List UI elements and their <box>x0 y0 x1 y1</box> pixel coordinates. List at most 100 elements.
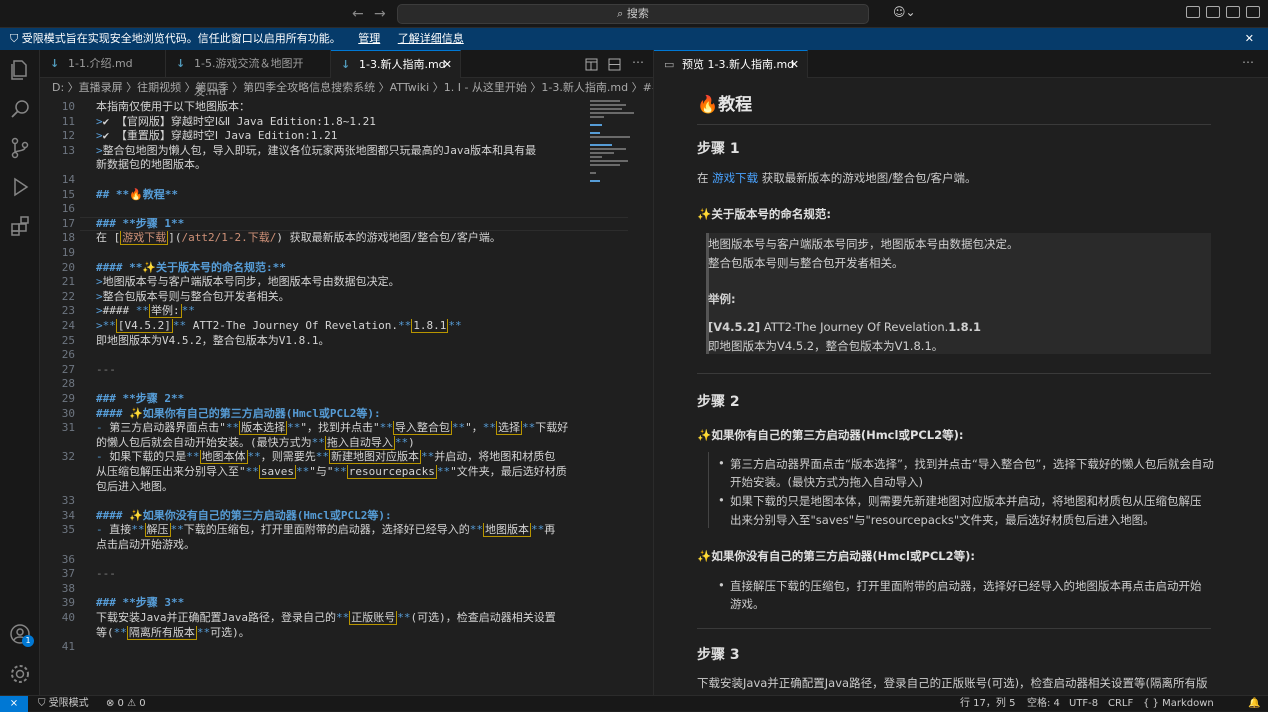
preview-paragraph: 下载安装Java并正确配置Java路径，登录自己的正版账号(可选)，检查启动器相… <box>697 676 1208 690</box>
line-number: 21 <box>61 275 75 289</box>
code-line[interactable]: 下载安装Java并正确配置Java路径，登录自己的** 正版账号 **(可选)，检查… <box>96 611 584 626</box>
code-line[interactable]: 等(** 隔离所有版本 **可选)。 <box>96 625 584 641</box>
indentation-status[interactable]: 空格: 4 <box>1027 696 1060 711</box>
source-control-icon[interactable] <box>8 136 32 160</box>
list-item: 游戏。 <box>730 597 765 611</box>
line-number: 24 <box>61 319 75 332</box>
explorer-icon[interactable] <box>8 58 32 82</box>
close-icon[interactable]: ✕ <box>790 51 799 79</box>
eol-status[interactable]: CRLF <box>1108 696 1133 711</box>
settings-gear-icon[interactable] <box>8 662 32 686</box>
customize-layout-icon[interactable] <box>1246 6 1260 18</box>
code-line[interactable]: ### **步骤 3** <box>96 596 584 611</box>
tab-label: 1-3.新人指南.md <box>359 58 446 71</box>
code-line[interactable]: 从压缩包解压出来分别导入至"** saves **"与"** resourcepack… <box>96 465 584 480</box>
code-line[interactable]: - 第三方启动器界面点击"** 版本选择 **"，找到并点击"** 导入整合包 **"，… <box>96 421 584 436</box>
tab-preview[interactable]: ▭ 预览 1-3.新人指南.md ✕ <box>654 50 808 78</box>
copilot-icon[interactable]: ☺⌄ <box>893 5 916 19</box>
code-line[interactable]: >** [V4.5.2] ** ATT2-The Journey Of Revela… <box>96 319 584 334</box>
encoding-status[interactable]: UTF-8 <box>1069 696 1098 711</box>
code-line[interactable]: #### ✨如果你有自己的第三方启动器(Hmcl或PCL2等): <box>96 407 584 422</box>
code-line[interactable]: 本指南仅使用于以下地图版本： <box>96 100 584 115</box>
tab-intro[interactable]: ↓ 1-1.介绍.md <box>40 50 166 78</box>
line-number: 30 <box>61 406 75 420</box>
notifications-icon[interactable]: 🔔 <box>1248 696 1260 711</box>
code-line[interactable]: >✔ 【重置版】穿越时空Ⅰ Java Edition:1.21 <box>96 129 584 144</box>
cursor-position[interactable]: 行 17，列 5 <box>960 696 1015 711</box>
manage-link[interactable]: 管理 <box>358 32 380 45</box>
minimap[interactable] <box>588 98 636 188</box>
code-line[interactable]: >#### ** 举例: ** <box>96 304 584 319</box>
line-number: 18 <box>61 231 75 245</box>
bullet: • <box>718 456 725 470</box>
code-line[interactable]: ### **步骤 2** <box>96 392 584 407</box>
code-line[interactable]: 的懒人包后就会自动开始安装。(最快方式为** 拖入自动导入 **) <box>96 435 584 451</box>
search-icon[interactable] <box>8 97 32 121</box>
quote-line: [V4.5.2] ATT2-The Journey Of Revelation.… <box>708 320 982 334</box>
status-bar: ⨯ ⛉ 受限模式 ⊗ 0 ⚠ 0 行 17，列 5 空格: 4 UTF-8 CR… <box>0 695 1268 712</box>
open-preview-icon[interactable] <box>585 58 598 71</box>
search-label: 搜索 <box>626 7 649 20</box>
markdown-icon: ↓ <box>341 58 351 71</box>
banner-text: 受限模式旨在实现安全地浏览代码。信任此窗口以启用所有功能。 <box>21 32 341 45</box>
learn-more-link[interactable]: 了解详细信息 <box>398 32 464 45</box>
more-actions-icon[interactable]: ⋯ <box>632 55 644 69</box>
code-line[interactable]: #### ✨如果你没有自己的第三方启动器(Hmcl或PCL2等): <box>96 509 584 524</box>
markdown-preview[interactable]: 🔥教程 步骤 1 在 游戏下载 获取最新版本的游戏地图/整合包/客户端。 ✨关于… <box>654 78 1268 695</box>
line-number: 34 <box>61 508 75 522</box>
split-editor-icon[interactable] <box>608 58 621 71</box>
preview-icon: ▭ <box>664 58 675 71</box>
list-item: 如果下载的只是地图本体，则需要先新建地图对应版本并启动，将地图和材质包从压缩包解… <box>730 494 1202 508</box>
list-item: 出来分别导入至"saves"与"resourcepacks"文件夹，最后选好材质… <box>730 513 1155 527</box>
code-line[interactable]: --- <box>96 363 584 378</box>
code-line[interactable]: 包后进入地图。 <box>96 480 584 495</box>
panel-toggle-icon[interactable] <box>1206 6 1220 18</box>
breadcrumb[interactable]: D: 〉直播录屏 〉往期视频 〉第四季 〉第四季全攻略信息搜索系统 〉ATTwi… <box>40 78 653 98</box>
command-search[interactable]: ⌕ 搜索 <box>397 4 869 24</box>
preview-step2: 步骤 2 <box>697 394 740 410</box>
download-link[interactable]: 游戏下载 <box>712 171 758 185</box>
back-icon[interactable]: ← <box>352 6 364 22</box>
tab-newbie-guide[interactable]: ↓ 1-3.新人指南.md ✕ <box>331 50 461 78</box>
problems-status[interactable]: ⊗ 0 ⚠ 0 <box>106 696 146 711</box>
forward-icon[interactable]: → <box>374 6 386 22</box>
line-number: 37 <box>61 567 75 581</box>
code-line[interactable]: 在 [游戏下载](/att2/1-2.下载/) 获取最新版本的游戏地图/整合包/… <box>96 231 584 246</box>
code-editor[interactable]: 10 本指南仅使用于以下地图版本： 11 >✔ 【官网版】穿越时空Ⅰ&Ⅱ Java E… <box>40 98 653 695</box>
divider <box>697 628 1211 629</box>
code-line[interactable]: 即地图版本为V4.5.2，整合包版本为V1.8.1。 <box>96 334 584 349</box>
code-line[interactable]: - 如果下载的只是** 地图本体 **，则需要先** 新建地图对应版本 **并启动，将地… <box>96 450 584 465</box>
code-line[interactable]: >✔ 【官网版】穿越时空Ⅰ&Ⅱ Java Edition:1.8~1.21 <box>96 115 584 130</box>
code-line[interactable]: ## **🔥教程** <box>96 188 584 203</box>
line-number: 14 <box>61 173 75 186</box>
line-number: 22 <box>61 289 75 303</box>
close-icon[interactable]: ✕ <box>443 51 452 79</box>
more-actions-icon[interactable]: ⋯ <box>1242 55 1254 69</box>
extensions-icon[interactable] <box>8 214 32 238</box>
line-number: 28 <box>61 377 75 391</box>
code-line[interactable]: #### **✨关于版本号的命名规范:** <box>96 261 584 276</box>
language-mode[interactable]: { } Markdown <box>1143 696 1214 711</box>
secondary-sidebar-icon[interactable] <box>1226 6 1240 18</box>
code-line[interactable]: 新数据包的地图版本。 <box>96 158 584 173</box>
remote-icon[interactable]: ⨯ <box>0 696 28 712</box>
code-line[interactable]: >地图版本号与客户端版本号同步，地图版本号由数据包决定。 <box>96 275 584 290</box>
preview-step1: 步骤 1 <box>697 141 740 157</box>
code-line[interactable]: >整合包地图为懒人包，导入即玩，建议各位玩家两张地图都只玩最高的Java版本和具… <box>96 144 584 159</box>
line-number: 39 <box>61 596 75 610</box>
divider <box>697 373 1211 374</box>
tab-game-exchange[interactable]: ↓ 1-5.游戏交流＆地图开发.md <box>166 50 331 98</box>
layout-toggle-icon[interactable] <box>1186 6 1200 18</box>
code-line[interactable]: - 直接** 解压 **下载的压缩包，打开里面附带的启动器，选择好已经导入的** 地图… <box>96 523 584 538</box>
code-line[interactable]: 点击启动开始游戏。 <box>96 538 584 553</box>
preview-naming-heading: ✨关于版本号的命名规范: <box>697 207 831 221</box>
markdown-icon: ↓ <box>50 57 60 70</box>
restricted-mode-status[interactable]: ⛉ 受限模式 <box>38 696 89 711</box>
close-icon[interactable]: ✕ <box>1245 28 1254 50</box>
run-debug-icon[interactable] <box>8 175 32 199</box>
code-line[interactable]: --- <box>96 567 584 582</box>
code-line[interactable]: >整合包版本号则与整合包开发者相关。 <box>96 290 584 305</box>
line-number: 12 <box>61 129 75 143</box>
tab-label: 预览 1-3.新人指南.md <box>682 58 795 71</box>
line-number: 41 <box>61 640 75 654</box>
